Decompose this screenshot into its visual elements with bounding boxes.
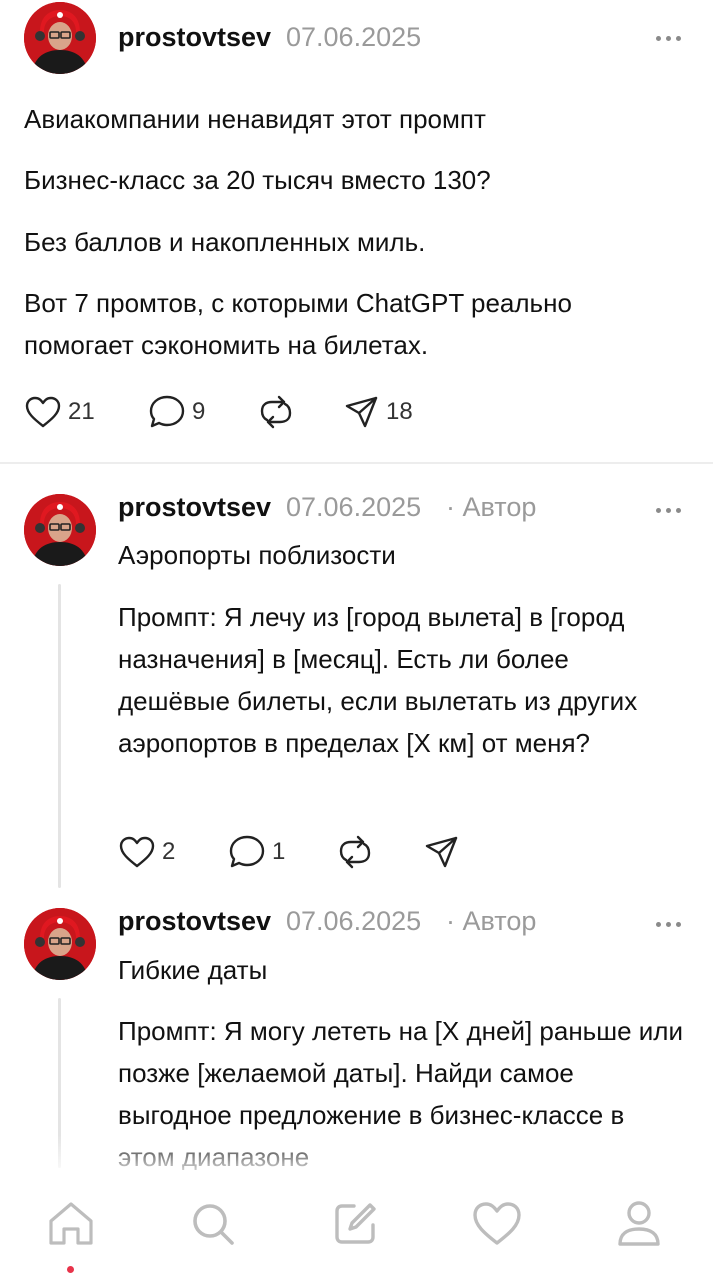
repost-icon: [339, 835, 371, 869]
avatar[interactable]: [24, 494, 96, 566]
reply-date: 07.06.2025: [286, 492, 422, 522]
comment-icon: [229, 835, 265, 868]
username[interactable]: prostovtsev: [118, 906, 271, 937]
username[interactable]: prostovtsev: [118, 492, 271, 523]
reply-post: prostovtsev 07.06.2025 · Автор Гибкие да…: [0, 894, 713, 1174]
share-count: 18: [386, 398, 413, 425]
username[interactable]: prostovtsev: [118, 22, 271, 53]
post-actions: 21 9 18: [24, 392, 664, 432]
comment-count: 1: [272, 838, 286, 865]
avatar[interactable]: [24, 2, 96, 74]
reply-title: Аэропорты поблизости: [118, 540, 396, 570]
repost-button[interactable]: [257, 392, 295, 432]
more-options-icon[interactable]: [656, 914, 686, 934]
nav-profile[interactable]: [609, 1194, 669, 1254]
more-options-icon[interactable]: [656, 500, 686, 520]
post-date: 07.06.2025: [286, 22, 422, 52]
like-count: 2: [162, 838, 176, 865]
like-button[interactable]: 21: [24, 392, 95, 432]
nav-activity[interactable]: [467, 1194, 527, 1254]
heart-icon: [473, 1202, 521, 1245]
avatar-image: [24, 908, 96, 980]
post-paragraph: Вот 7 промтов, с которыми ChatGPT реальн…: [24, 288, 572, 360]
post-paragraph: Бизнес-класс за 20 тысяч вместо 130?: [24, 165, 491, 195]
reply-post: prostovtsev 07.06.2025 · Автор Аэропорты…: [0, 464, 713, 894]
compose-icon: [335, 1203, 376, 1244]
author-tag: · Автор: [446, 492, 537, 522]
active-indicator: [67, 1266, 74, 1273]
post-paragraph: Авиакомпании ненавидят этот промпт: [24, 104, 486, 134]
repost-icon: [260, 395, 292, 429]
home-icon: [49, 1202, 93, 1245]
like-button[interactable]: 2: [118, 832, 175, 872]
nav-search[interactable]: [183, 1194, 243, 1254]
bottom-nav: [0, 1172, 713, 1280]
reply-date: 07.06.2025: [286, 906, 422, 936]
search-icon: [193, 1204, 234, 1245]
comment-button[interactable]: 1: [228, 832, 285, 872]
nav-compose[interactable]: [325, 1194, 385, 1254]
heart-icon: [119, 836, 155, 868]
like-count: 21: [68, 398, 95, 425]
comment-button[interactable]: 9: [148, 392, 205, 432]
comment-count: 9: [192, 398, 206, 425]
comment-icon: [149, 395, 185, 428]
main-post: prostovtsev 07.06.2025 Авиакомпании нена…: [0, 0, 713, 462]
reply-title: Гибкие даты: [118, 955, 268, 985]
reply-body: Промпт: Я лечу из [город вылета] в [горо…: [118, 602, 638, 758]
author-tag: · Автор: [446, 906, 537, 936]
avatar-image: [24, 2, 96, 74]
share-icon: [345, 396, 378, 428]
avatar[interactable]: [24, 908, 96, 980]
more-options-icon[interactable]: [656, 28, 686, 48]
post-paragraph: Без баллов и накопленных миль.: [24, 227, 426, 257]
reply-actions: 2 1: [118, 832, 618, 872]
heart-icon: [25, 396, 61, 428]
share-icon: [425, 836, 458, 868]
thread-line: [58, 584, 61, 888]
share-button[interactable]: [424, 832, 460, 872]
avatar-image: [24, 494, 96, 566]
share-button[interactable]: 18: [344, 392, 413, 432]
profile-icon: [618, 1201, 660, 1246]
repost-button[interactable]: [336, 832, 374, 872]
nav-home[interactable]: [41, 1194, 101, 1254]
